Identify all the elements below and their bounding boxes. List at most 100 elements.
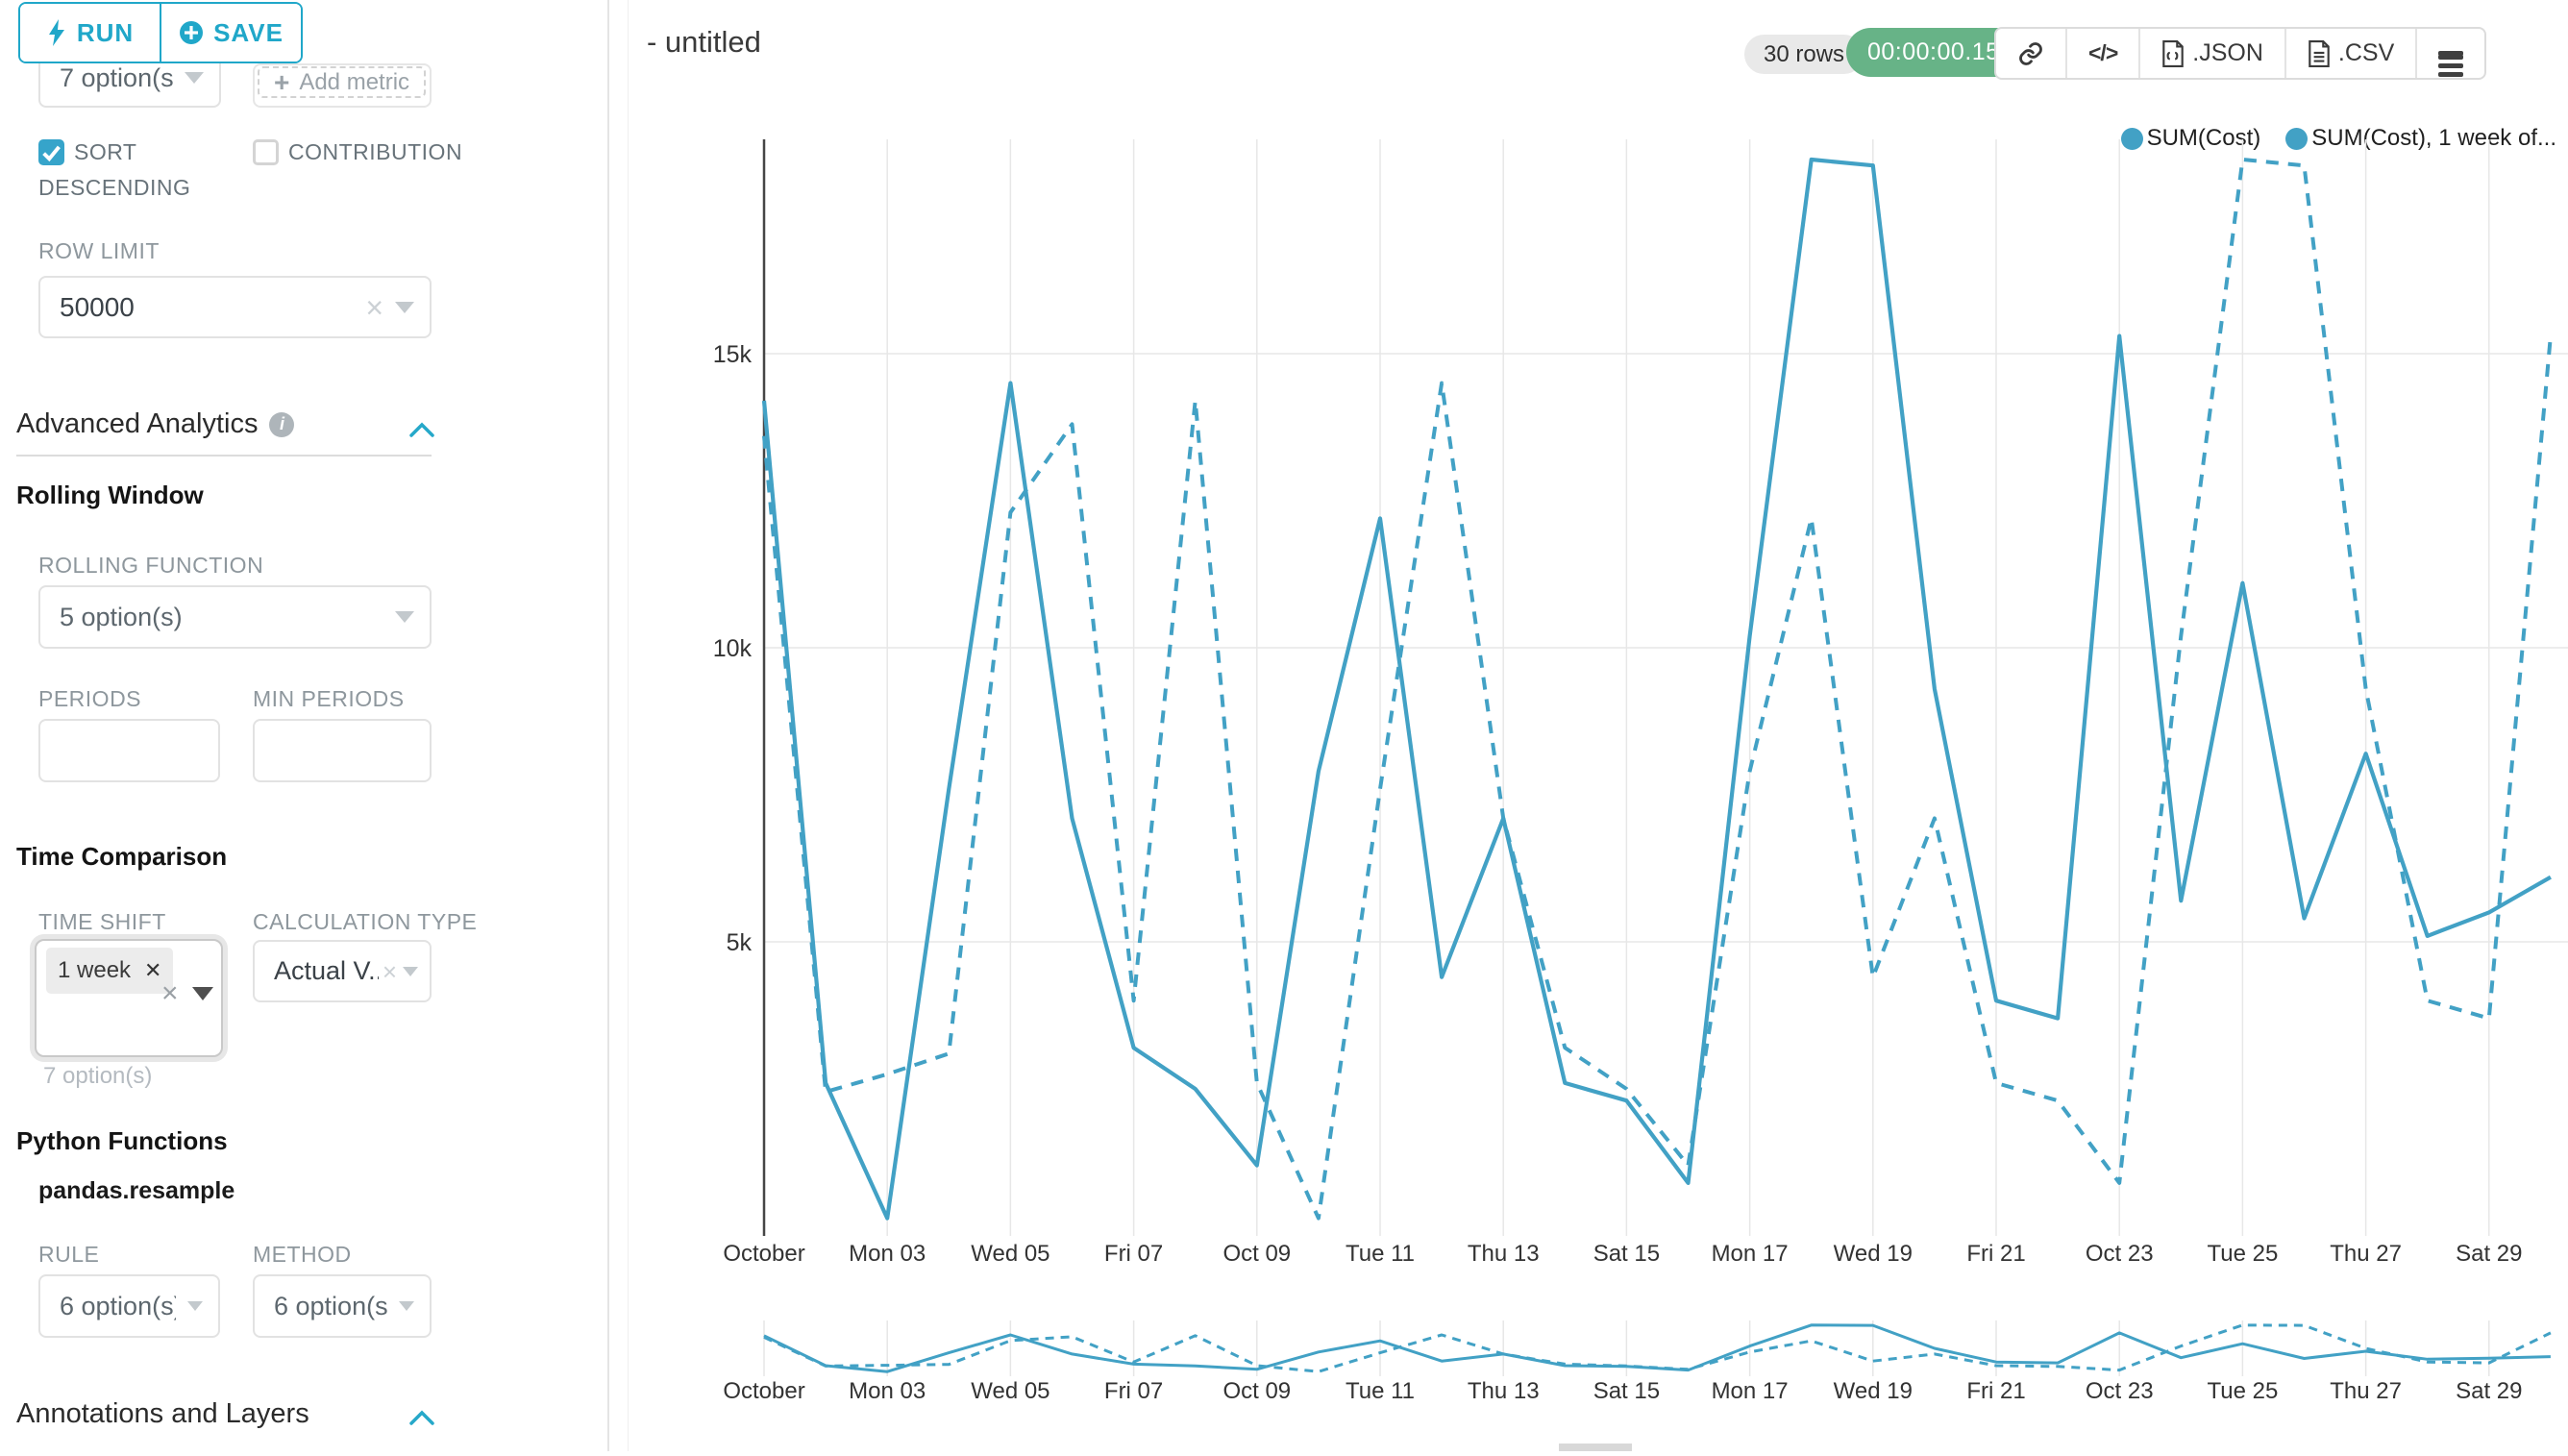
- x-axis-tick-label: Tue 11: [1346, 1241, 1415, 1267]
- rolling-function-value: 5 option(s): [60, 603, 383, 632]
- export-csv-button[interactable]: .CSV: [2286, 29, 2417, 78]
- x-axis-tick-label: October: [723, 1241, 804, 1267]
- time-shift-multiselect[interactable]: 1 week ✕ ×: [35, 939, 223, 1057]
- checkbox-unchecked-icon[interactable]: [253, 139, 279, 165]
- time-shift-hint: 7 option(s): [43, 1063, 152, 1090]
- rule-label: RULE: [38, 1242, 99, 1268]
- lightning-icon: [46, 19, 67, 46]
- y-axis-tick-label: 10k: [713, 635, 753, 662]
- save-button-label: SAVE: [213, 18, 284, 48]
- checkbox-checked-icon[interactable]: [38, 139, 64, 165]
- group-by-value: 7 option(s): [60, 63, 173, 93]
- series-line-dashed[interactable]: [764, 160, 2551, 1219]
- mini-series-line-dashed[interactable]: [764, 1325, 2551, 1371]
- info-icon[interactable]: i: [269, 412, 294, 437]
- periods-label: PERIODS: [38, 686, 141, 712]
- file-csv-icon: [2308, 40, 2331, 67]
- chart-menu-button[interactable]: [2417, 29, 2484, 78]
- rule-select[interactable]: 6 option(s): [38, 1274, 220, 1338]
- export-toolbar: </> .JSON .CSV: [1994, 27, 2486, 80]
- clear-icon[interactable]: ×: [161, 977, 179, 1010]
- mini-series-line-solid[interactable]: [764, 1325, 2551, 1371]
- file-json-icon: [2161, 40, 2185, 67]
- json-button-label: .JSON: [2192, 39, 2263, 67]
- clear-icon[interactable]: ×: [365, 292, 383, 323]
- x-axis-tick-label: Sat 29: [2456, 1241, 2522, 1267]
- bottom-overlay-handle[interactable]: [1559, 1444, 1632, 1451]
- mini-x-axis-tick-label: Mon 17: [1712, 1378, 1789, 1404]
- mini-x-axis-tick-label: Oct 09: [1222, 1378, 1291, 1404]
- annotations-header[interactable]: Annotations and Layers: [16, 1398, 309, 1430]
- calculation-type-label: CALCULATION TYPE: [253, 909, 477, 935]
- sort-descending-checkbox-row[interactable]: SORT DESCENDING: [38, 135, 211, 206]
- copy-link-button[interactable]: [1996, 29, 2067, 78]
- section-divider: [16, 455, 432, 457]
- method-label: METHOD: [253, 1242, 352, 1268]
- save-button[interactable]: SAVE: [160, 4, 301, 62]
- mini-x-axis-tick-label: October: [723, 1378, 804, 1404]
- add-metric-button[interactable]: + Add metric: [258, 66, 426, 98]
- x-axis-tick-label: Oct 23: [2086, 1241, 2154, 1267]
- chevron-up-icon[interactable]: [407, 1407, 436, 1430]
- x-axis-tick-label: Wed 05: [971, 1241, 1049, 1267]
- y-axis-tick-label: 15k: [713, 341, 753, 368]
- chevron-down-icon: [395, 611, 414, 623]
- mini-x-axis-tick-label: Wed 05: [971, 1378, 1049, 1404]
- chevron-down-icon: [192, 987, 213, 1000]
- contribution-label: CONTRIBUTION: [288, 139, 462, 164]
- method-select[interactable]: 6 option(s): [253, 1274, 432, 1338]
- panel-divider: [628, 0, 629, 1451]
- chevron-down-icon: [187, 1301, 203, 1311]
- calculation-type-select[interactable]: Actual V... ×: [253, 940, 432, 1002]
- min-periods-input[interactable]: [253, 719, 432, 782]
- calculation-type-value: Actual V...: [274, 956, 379, 986]
- annotations-title: Annotations and Layers: [16, 1398, 309, 1430]
- mini-x-axis-tick-label: Tue 25: [2207, 1378, 2278, 1404]
- advanced-analytics-title: Advanced Analytics: [16, 408, 258, 440]
- x-axis-tick-label: Sat 15: [1593, 1241, 1660, 1267]
- plus-icon: +: [274, 67, 289, 98]
- mini-x-axis-tick-label: Wed 19: [1834, 1378, 1913, 1404]
- rolling-window-title: Rolling Window: [16, 481, 204, 510]
- mini-x-axis-tick-label: Oct 23: [2086, 1378, 2154, 1404]
- chevron-up-icon[interactable]: [407, 419, 436, 442]
- mini-x-axis-tick-label: Mon 03: [849, 1378, 926, 1404]
- export-json-button[interactable]: .JSON: [2140, 29, 2286, 78]
- contribution-checkbox-row[interactable]: CONTRIBUTION: [253, 135, 570, 170]
- rolling-function-select[interactable]: 5 option(s): [38, 585, 432, 649]
- embed-code-button[interactable]: </>: [2067, 29, 2140, 78]
- rule-value: 6 option(s): [60, 1292, 176, 1321]
- mini-x-axis-tick-label: Fri 21: [1966, 1378, 2025, 1404]
- python-functions-title: Python Functions: [16, 1126, 228, 1156]
- x-axis-tick-label: Fri 21: [1966, 1241, 2025, 1267]
- chevron-down-icon: [395, 302, 414, 313]
- chart-canvas[interactable]: 5k 10k 15k October October Mon 03 Mon 03 Wed 05…: [673, 96, 2568, 1451]
- menu-icon: [2438, 51, 2463, 56]
- x-axis-tick-label: Wed 19: [1834, 1241, 1913, 1267]
- add-metric-label: Add metric: [299, 69, 409, 96]
- time-shift-tag[interactable]: 1 week ✕: [46, 948, 173, 994]
- row-limit-select[interactable]: 50000 ×: [38, 276, 432, 338]
- mini-x-axis-tick-label: Fri 07: [1104, 1378, 1163, 1404]
- timeseries-chart[interactable]: 5k 10k 15k October October Mon 03 Mon 03 Wed 05…: [673, 96, 2568, 1451]
- series-line-solid[interactable]: [764, 160, 2551, 1219]
- remove-tag-icon[interactable]: ✕: [144, 958, 161, 983]
- advanced-analytics-header[interactable]: Advanced Analytics i: [16, 408, 294, 440]
- mini-x-axis-tick-label: Thu 27: [2330, 1378, 2402, 1404]
- link-icon: [2017, 40, 2044, 67]
- pandas-resample-label: pandas.resample: [38, 1177, 235, 1205]
- mini-x-axis-tick-label: Thu 13: [1468, 1378, 1540, 1404]
- plus-circle-icon: [179, 20, 204, 45]
- y-axis-tick-label: 5k: [727, 929, 753, 956]
- x-axis-tick-label: Mon 03: [849, 1241, 926, 1267]
- csv-button-label: .CSV: [2338, 39, 2394, 67]
- x-axis-tick-label: Mon 17: [1712, 1241, 1789, 1267]
- x-axis-tick-label: Tue 25: [2207, 1241, 2278, 1267]
- page-title[interactable]: - untitled: [647, 25, 761, 60]
- periods-input[interactable]: [38, 719, 220, 782]
- x-axis-tick-label: Thu 13: [1468, 1241, 1540, 1267]
- clear-icon[interactable]: ×: [383, 959, 397, 984]
- run-button[interactable]: RUN: [20, 4, 160, 62]
- x-axis-tick-label: Thu 27: [2330, 1241, 2402, 1267]
- mini-x-axis-tick-label: Sat 29: [2456, 1378, 2522, 1404]
